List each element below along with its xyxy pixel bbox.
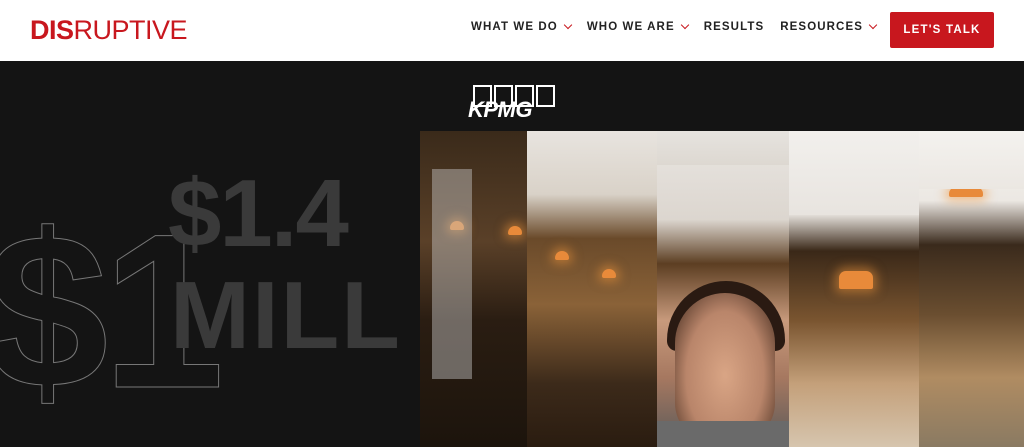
lamp-light bbox=[508, 226, 522, 235]
photo-panel-office bbox=[527, 131, 657, 447]
chevron-down-icon bbox=[680, 20, 689, 30]
nav-results[interactable]: RESULTS bbox=[704, 21, 765, 33]
ghost-overlay bbox=[432, 169, 472, 379]
kpmg-logo: KPMG bbox=[468, 85, 556, 122]
nav-results-label: RESULTS bbox=[703, 21, 765, 33]
site-header: DIS RUPTIVE WHAT WE DO WHO WE ARE RESULTS… bbox=[0, 0, 1024, 61]
disruptive-logo[interactable]: DIS RUPTIVE bbox=[30, 15, 188, 45]
nav-resources[interactable]: RESOURCES bbox=[780, 20, 878, 33]
nav-resources-label: RESOURCES bbox=[780, 21, 863, 33]
hero-stat-line1: $1.4 bbox=[168, 160, 349, 267]
hero-section: $1 $1.4 MILL KPMG bbox=[0, 61, 1024, 447]
logo-light-text: RUPTIVE bbox=[73, 15, 188, 45]
photo-panel-woman bbox=[657, 131, 789, 447]
kpmg-logo-text: KPMG bbox=[468, 97, 533, 122]
nav-who-we-are-label: WHO WE ARE bbox=[586, 21, 675, 33]
logo-bold-text: DIS bbox=[30, 15, 74, 45]
chevron-down-icon bbox=[868, 20, 878, 30]
hero-stat-line2: MILL bbox=[170, 262, 402, 369]
person-sweater bbox=[657, 421, 789, 447]
lamp-light bbox=[839, 271, 873, 289]
main-nav: WHAT WE DO WHO WE ARE RESULTS RESOURCES bbox=[471, 20, 878, 33]
chevron-down-icon bbox=[563, 20, 573, 30]
lamp-light bbox=[602, 269, 616, 278]
nav-what-we-do-label: WHAT WE DO bbox=[471, 21, 558, 33]
lamp-light bbox=[555, 251, 569, 260]
lets-talk-button[interactable]: LET'S TALK bbox=[890, 12, 994, 48]
nav-what-we-do[interactable]: WHAT WE DO bbox=[471, 20, 573, 33]
nav-who-we-are[interactable]: WHO WE ARE bbox=[586, 20, 689, 33]
